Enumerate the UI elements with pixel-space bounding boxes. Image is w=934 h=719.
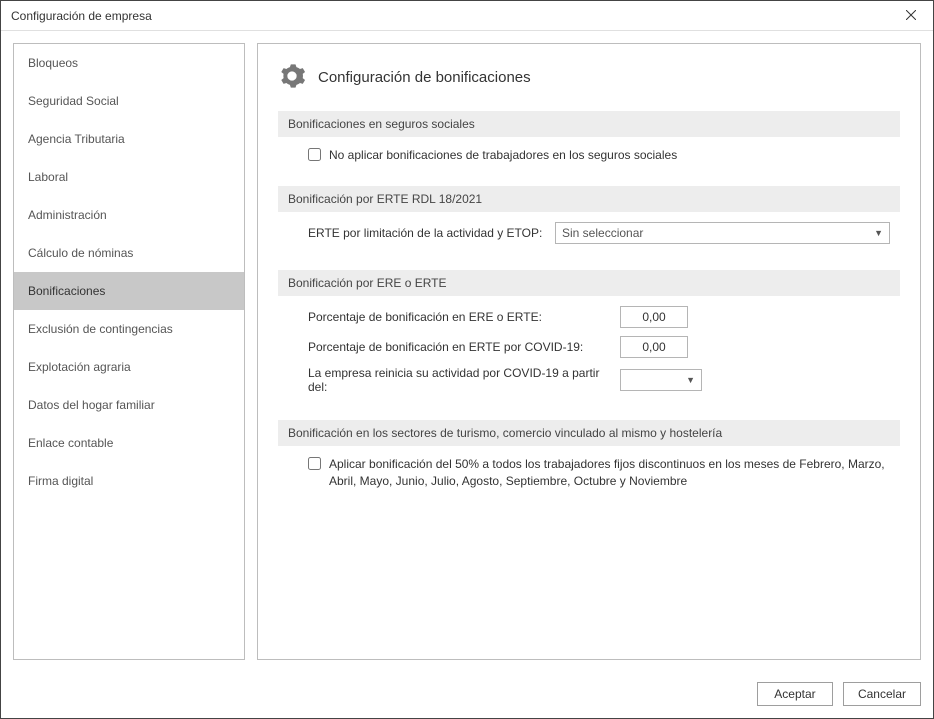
sidebar-item-bloqueos[interactable]: Bloqueos	[14, 44, 244, 82]
checkbox-label-no-aplicar: No aplicar bonificaciones de trabajadore…	[329, 147, 677, 164]
sidebar-item-calculo-nominas[interactable]: Cálculo de nóminas	[14, 234, 244, 272]
chevron-down-icon: ▼	[686, 375, 695, 385]
sidebar-item-enlace-contable[interactable]: Enlace contable	[14, 424, 244, 462]
label-erte-etop: ERTE por limitación de la actividad y ET…	[308, 226, 543, 240]
sidebar-item-agencia-tributaria[interactable]: Agencia Tributaria	[14, 120, 244, 158]
sidebar-item-laboral[interactable]: Laboral	[14, 158, 244, 196]
sidebar-item-bonificaciones[interactable]: Bonificaciones	[14, 272, 244, 310]
label-pct-covid: Porcentaje de bonificación en ERTE por C…	[308, 340, 608, 354]
dialog-window: Configuración de empresa Bloqueos Seguri…	[0, 0, 934, 719]
sidebar-item-explotacion-agraria[interactable]: Explotación agraria	[14, 348, 244, 386]
input-pct-ere[interactable]	[620, 306, 688, 328]
close-button[interactable]	[897, 4, 925, 28]
section-header-ere-erte: Bonificación por ERE o ERTE	[278, 270, 900, 296]
select-value-erte-etop: Sin seleccionar	[562, 226, 643, 240]
sidebar: Bloqueos Seguridad Social Agencia Tribut…	[13, 43, 245, 660]
checkbox-aplicar-bonificacion-50[interactable]	[308, 457, 321, 470]
close-icon	[906, 9, 916, 23]
section-body-erte-rdl: ERTE por limitación de la actividad y ET…	[278, 222, 900, 266]
section-header-erte-rdl: Bonificación por ERTE RDL 18/2021	[278, 186, 900, 212]
sidebar-item-firma-digital[interactable]: Firma digital	[14, 462, 244, 500]
checkbox-row-no-aplicar: No aplicar bonificaciones de trabajadore…	[308, 147, 890, 164]
checkbox-label-turismo: Aplicar bonificación del 50% a todos los…	[329, 456, 890, 490]
form-row-restart-date: La empresa reinicia su actividad por COV…	[308, 366, 890, 394]
sidebar-item-hogar-familiar[interactable]: Datos del hogar familiar	[14, 386, 244, 424]
chevron-down-icon: ▼	[874, 228, 883, 238]
form-row-erte-etop: ERTE por limitación de la actividad y ET…	[308, 222, 890, 244]
page-title: Configuración de bonificaciones	[318, 69, 531, 86]
select-erte-etop[interactable]: Sin seleccionar ▼	[555, 222, 890, 244]
titlebar: Configuración de empresa	[1, 1, 933, 31]
page-header: Configuración de bonificaciones	[278, 62, 900, 93]
sidebar-item-administracion[interactable]: Administración	[14, 196, 244, 234]
select-restart-date[interactable]: ▼	[620, 369, 702, 391]
section-header-turismo: Bonificación en los sectores de turismo,…	[278, 420, 900, 446]
label-pct-ere: Porcentaje de bonificación en ERE o ERTE…	[308, 310, 608, 324]
label-restart-date: La empresa reinicia su actividad por COV…	[308, 366, 608, 394]
form-row-pct-ere: Porcentaje de bonificación en ERE o ERTE…	[308, 306, 890, 328]
gear-icon	[278, 62, 306, 93]
accept-button[interactable]: Aceptar	[757, 682, 833, 706]
sidebar-item-exclusion-contingencias[interactable]: Exclusión de contingencias	[14, 310, 244, 348]
input-pct-covid[interactable]	[620, 336, 688, 358]
cancel-button[interactable]: Cancelar	[843, 682, 921, 706]
checkbox-row-turismo: Aplicar bonificación del 50% a todos los…	[308, 456, 890, 490]
content-area: Bloqueos Seguridad Social Agencia Tribut…	[1, 31, 933, 672]
window-title: Configuración de empresa	[11, 9, 152, 23]
section-body-turismo: Aplicar bonificación del 50% a todos los…	[278, 456, 900, 508]
section-body-seguros: No aplicar bonificaciones de trabajadore…	[278, 147, 900, 182]
section-header-seguros: Bonificaciones en seguros sociales	[278, 111, 900, 137]
section-body-ere-erte: Porcentaje de bonificación en ERE o ERTE…	[278, 306, 900, 416]
form-row-pct-covid: Porcentaje de bonificación en ERTE por C…	[308, 336, 890, 358]
dialog-footer: Aceptar Cancelar	[1, 672, 933, 718]
main-panel: Configuración de bonificaciones Bonifica…	[257, 43, 921, 660]
checkbox-no-aplicar-bonificaciones[interactable]	[308, 148, 321, 161]
sidebar-item-seguridad-social[interactable]: Seguridad Social	[14, 82, 244, 120]
